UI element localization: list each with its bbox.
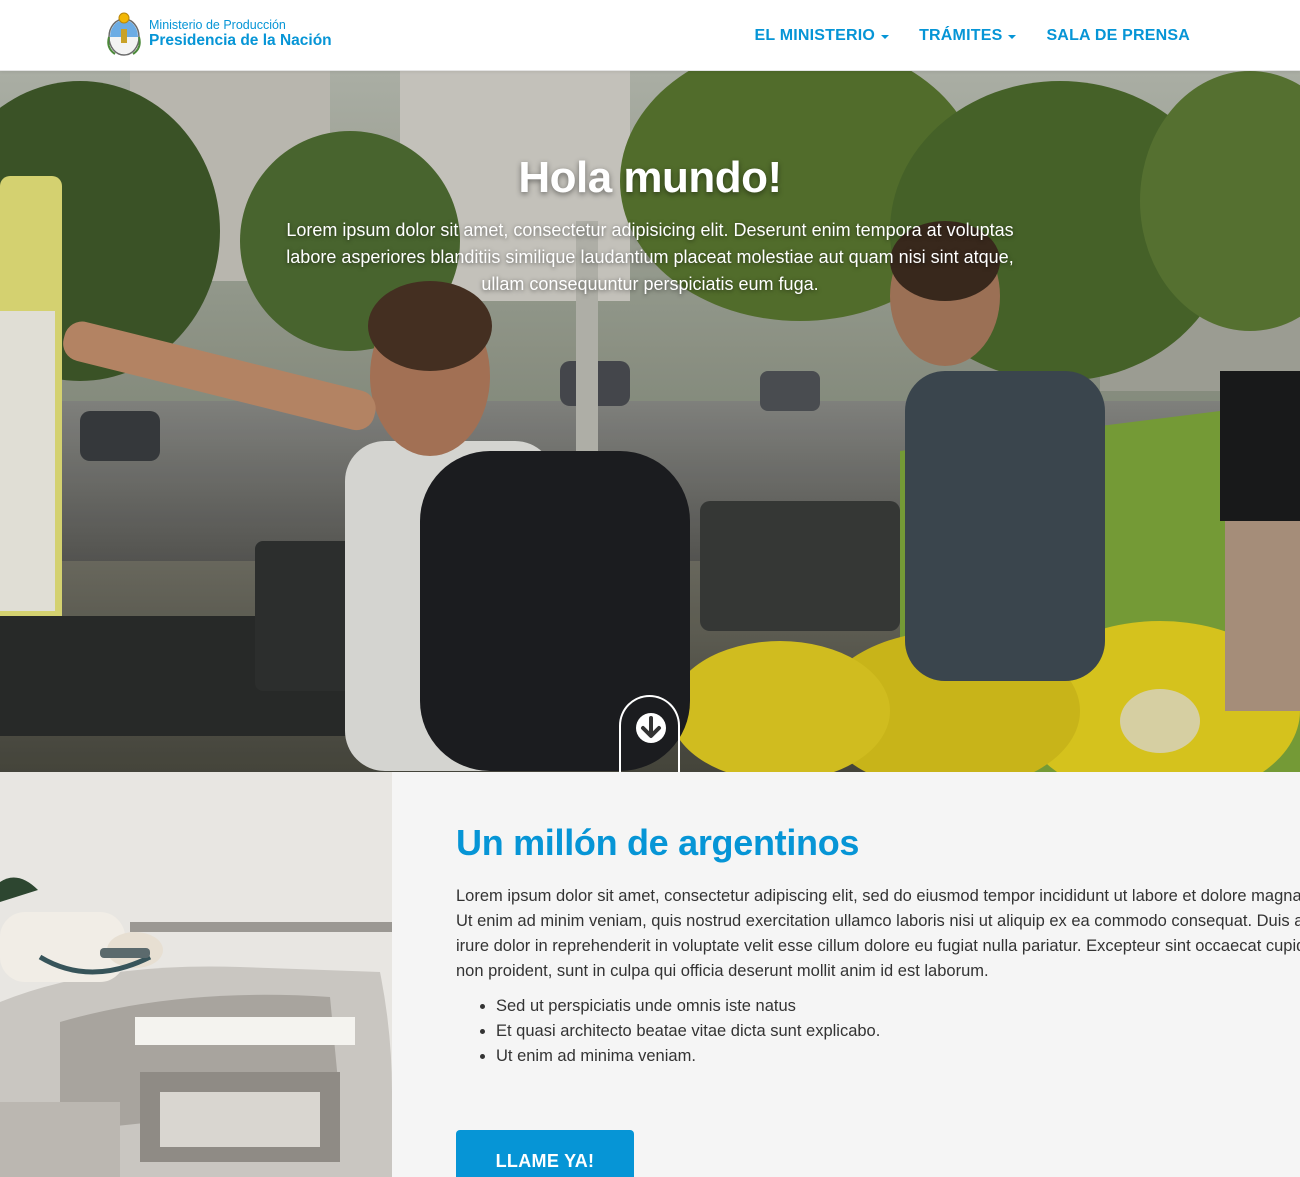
- caret-down-icon: [881, 34, 890, 39]
- factory-worker-image: [0, 772, 392, 1177]
- brand-logo-link[interactable]: Ministerio de Producción Presidencia de …: [107, 8, 332, 60]
- navbar: Ministerio de Producción Presidencia de …: [0, 0, 1300, 71]
- main-nav: EL MINISTERIO TRÁMITES SALA DE PRENSA: [725, 0, 1190, 71]
- section-content: Un millón de argentinos Lorem ipsum dolo…: [456, 822, 1300, 1069]
- section-paragraph: Lorem ipsum dolor sit amet, consectetur …: [456, 887, 1300, 980]
- nav-sala-de-prensa[interactable]: SALA DE PRENSA: [1046, 27, 1190, 45]
- nav-el-ministerio[interactable]: EL MINISTERIO: [755, 27, 890, 45]
- arrow-down-icon: [636, 713, 666, 743]
- call-now-button[interactable]: LLAME YA!: [456, 1130, 634, 1177]
- section-title: Un millón de argentinos: [456, 822, 860, 863]
- brand-ministry-name: Ministerio de Producción: [149, 17, 286, 32]
- hero-title: Hola mundo!: [518, 153, 782, 202]
- brand-presidency-name: Presidencia de la Nación: [149, 32, 332, 50]
- caret-down-icon: [1008, 34, 1017, 39]
- nav-tramites[interactable]: TRÁMITES: [919, 26, 1017, 45]
- national-seal-icon: [107, 10, 141, 58]
- nav-el-ministerio-label: EL MINISTERIO: [754, 26, 876, 44]
- nav-sala-de-prensa-label: SALA DE PRENSA: [1046, 26, 1190, 44]
- list-item: Et quasi architecto beatae vitae dicta s…: [496, 1019, 1300, 1044]
- scroll-down-button[interactable]: [619, 695, 680, 772]
- list-item: Ut enim ad minima veniam.: [496, 1044, 1300, 1069]
- hero-banner: Hola mundo! Lorem ipsum dolor sit amet, …: [0, 71, 1300, 772]
- nav-tramites-label: TRÁMITES: [919, 26, 1003, 44]
- section-bullet-list: Sed ut perspiciatis unde omnis iste natu…: [496, 994, 1300, 1069]
- feature-section: Un millón de argentinos Lorem ipsum dolo…: [0, 772, 1300, 1177]
- list-item: Sed ut perspiciatis unde omnis iste natu…: [496, 994, 1300, 1019]
- hero-lead: Lorem ipsum dolor sit amet, consectetur …: [286, 220, 1014, 294]
